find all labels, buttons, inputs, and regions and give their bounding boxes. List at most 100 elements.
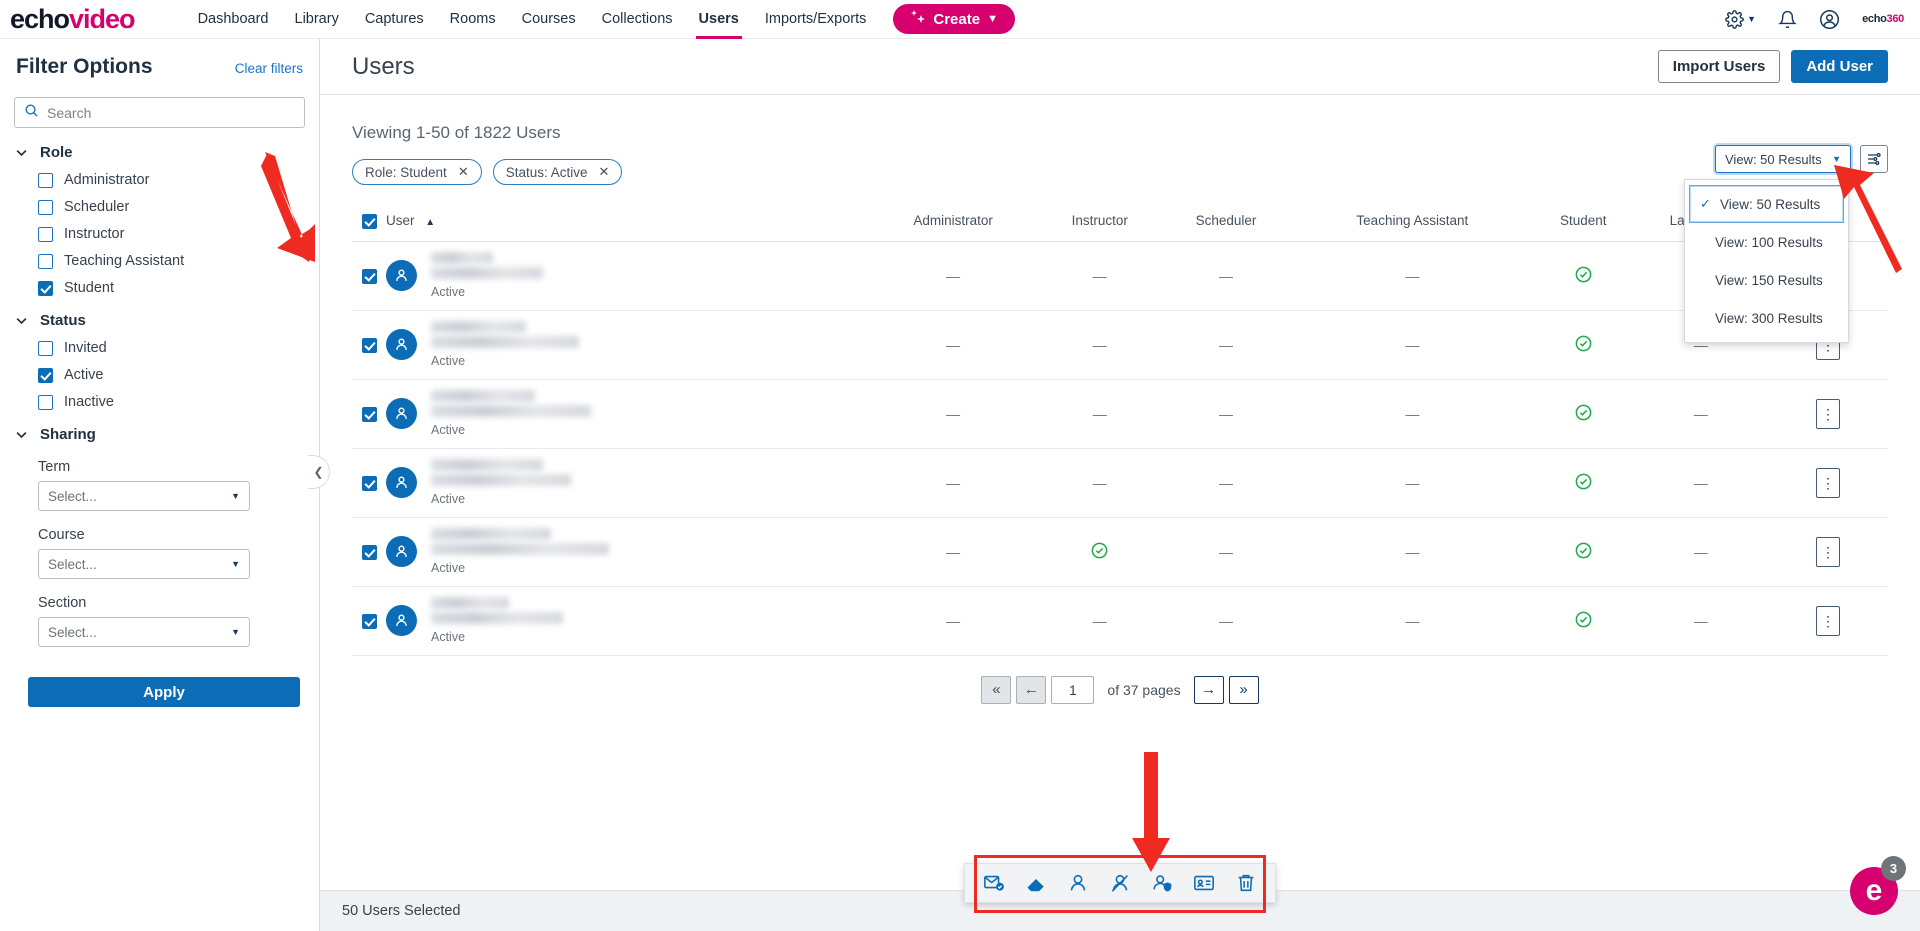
- table-row[interactable]: Active—————⋮: [352, 310, 1888, 380]
- table-row[interactable]: Active — — — — ⋮: [352, 517, 1888, 587]
- filter-group-status-header[interactable]: Status: [14, 312, 305, 329]
- row-checkbox[interactable]: [361, 545, 377, 561]
- select-all-checkbox[interactable]: [361, 213, 377, 229]
- column-header-teaching-assistant[interactable]: Teaching Assistant: [1291, 213, 1534, 242]
- dropdown-option-50[interactable]: ✓ View: 50 Results: [1689, 185, 1844, 223]
- nav-link-captures[interactable]: Captures: [352, 0, 437, 39]
- filter-option-instructor[interactable]: Instructor: [14, 226, 305, 242]
- results-per-page-value: View: 50 Results: [1725, 151, 1822, 167]
- add-user-button[interactable]: Add User: [1791, 50, 1888, 83]
- nav-link-dashboard[interactable]: Dashboard: [185, 0, 282, 39]
- cell-administrator: —: [867, 448, 1039, 518]
- import-users-button[interactable]: Import Users: [1657, 50, 1781, 83]
- row-actions-menu-button[interactable]: ⋮: [1816, 536, 1840, 567]
- bell-icon[interactable]: [1778, 10, 1798, 29]
- users-content: Viewing 1-50 of 1822 Users Role: Student…: [320, 123, 1920, 704]
- filter-option-invited[interactable]: Invited: [14, 340, 305, 356]
- checkbox-checked[interactable]: [38, 367, 53, 383]
- pagination-page-input[interactable]: [1051, 675, 1095, 704]
- mini-logo-echo: echo: [1862, 13, 1887, 25]
- filter-chip-role-student[interactable]: Role: Student ✕: [352, 159, 482, 185]
- table-row[interactable]: Active—————⋮: [352, 448, 1888, 518]
- dropdown-option-100[interactable]: View: 100 Results: [1685, 223, 1848, 261]
- filter-option-teaching-assistant[interactable]: Teaching Assistant: [14, 253, 305, 269]
- checkbox[interactable]: [38, 199, 53, 215]
- dropdown-option-150[interactable]: View: 150 Results: [1685, 261, 1848, 299]
- column-header-administrator[interactable]: Administrator: [867, 213, 1039, 242]
- status-check-icon: [1574, 403, 1593, 422]
- sidebar-search-box[interactable]: [14, 97, 305, 128]
- filter-chip-status-active[interactable]: Status: Active ✕: [492, 159, 623, 185]
- dropdown-option-label: View: 300 Results: [1715, 310, 1823, 326]
- filter-option-inactive[interactable]: Inactive: [14, 394, 305, 410]
- checkbox[interactable]: [38, 172, 53, 188]
- trash-icon[interactable]: [1235, 872, 1257, 894]
- row-select-cell: [352, 379, 386, 449]
- email-check-icon[interactable]: [983, 872, 1005, 894]
- column-header-instructor[interactable]: Instructor: [1038, 213, 1161, 242]
- checkbox[interactable]: [38, 253, 53, 269]
- column-header-student[interactable]: Student: [1533, 213, 1634, 242]
- nav-link-courses[interactable]: Courses: [509, 0, 589, 39]
- section-select[interactable]: Select... ▼: [38, 617, 250, 647]
- cell-scheduler: —: [1160, 448, 1292, 518]
- results-per-page-select[interactable]: View: 50 Results ▼: [1715, 145, 1851, 173]
- row-checkbox[interactable]: [361, 476, 377, 492]
- checkbox[interactable]: [38, 394, 53, 410]
- filter-option-student[interactable]: Student: [14, 280, 305, 296]
- user-remove-icon[interactable]: [1109, 872, 1131, 894]
- nav-link-library[interactable]: Library: [282, 0, 352, 39]
- user-cell: Active: [386, 321, 867, 368]
- table-row[interactable]: Active—————⋮: [352, 586, 1888, 656]
- checkbox[interactable]: [38, 340, 53, 356]
- nav-link-users[interactable]: Users: [686, 0, 752, 39]
- checkbox-checked[interactable]: [38, 280, 53, 296]
- pagination-prev-button[interactable]: ←: [1016, 675, 1047, 704]
- checkbox[interactable]: [38, 226, 53, 242]
- filter-option-active[interactable]: Active: [14, 367, 305, 383]
- pagination-first-button[interactable]: «: [981, 675, 1012, 704]
- user-icon[interactable]: [1067, 872, 1089, 894]
- pagination-next-button[interactable]: →: [1193, 675, 1224, 704]
- row-checkbox[interactable]: [361, 407, 377, 423]
- dropdown-option-300[interactable]: View: 300 Results: [1685, 299, 1848, 337]
- row-actions-menu-button[interactable]: ⋮: [1816, 398, 1840, 429]
- nav-link-imports-exports[interactable]: Imports/Exports: [752, 0, 880, 39]
- user-shield-icon[interactable]: [1151, 872, 1173, 894]
- filter-option-scheduler[interactable]: Scheduler: [14, 199, 305, 215]
- table-row[interactable]: Active—————⋮: [352, 241, 1888, 311]
- status-check-icon: [1574, 610, 1593, 629]
- row-checkbox[interactable]: [361, 338, 377, 354]
- close-icon[interactable]: ✕: [599, 164, 610, 180]
- filter-option-administrator[interactable]: Administrator: [14, 172, 305, 188]
- row-actions-menu-button[interactable]: ⋮: [1816, 467, 1840, 498]
- gear-icon[interactable]: ▼: [1725, 9, 1756, 29]
- row-checkbox[interactable]: [361, 269, 377, 285]
- course-select[interactable]: Select... ▼: [38, 549, 250, 579]
- search-input[interactable]: [47, 104, 295, 121]
- cell-student: [1533, 517, 1634, 587]
- filter-group-sharing-header[interactable]: Sharing: [14, 426, 305, 443]
- term-select[interactable]: Select... ▼: [38, 481, 250, 511]
- create-button[interactable]: Create ▼: [893, 4, 1015, 34]
- close-icon[interactable]: ✕: [458, 164, 469, 180]
- eraser-icon[interactable]: [1025, 872, 1047, 894]
- table-row[interactable]: Active—————⋮: [352, 379, 1888, 449]
- row-checkbox[interactable]: [361, 614, 377, 630]
- account-icon[interactable]: [1819, 9, 1840, 30]
- table-settings-button[interactable]: [1860, 145, 1888, 173]
- filter-group-role-header[interactable]: Role: [14, 144, 305, 161]
- echovideo-logo[interactable]: echovideo: [10, 5, 136, 33]
- user-name-redacted: Active: [431, 252, 543, 299]
- chevron-down-icon: ▼: [231, 627, 240, 637]
- help-widget-badge: 3: [1881, 856, 1906, 881]
- clear-filters-link[interactable]: Clear filters: [235, 61, 303, 76]
- column-header-scheduler[interactable]: Scheduler: [1160, 213, 1292, 242]
- nav-link-collections[interactable]: Collections: [589, 0, 686, 39]
- nav-link-rooms[interactable]: Rooms: [437, 0, 509, 39]
- pagination-last-button[interactable]: »: [1228, 675, 1259, 704]
- column-header-user[interactable]: User ▲: [386, 213, 868, 242]
- id-card-icon[interactable]: [1193, 872, 1215, 894]
- apply-filters-button[interactable]: Apply: [28, 677, 300, 707]
- row-actions-menu-button[interactable]: ⋮: [1816, 605, 1840, 636]
